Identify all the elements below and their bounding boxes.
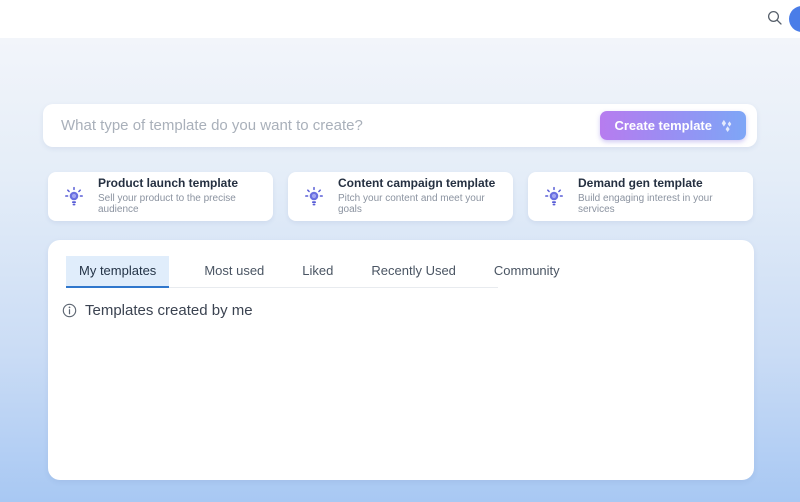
lightbulb-icon [302, 185, 326, 209]
suggestion-card-title: Product launch template [98, 177, 261, 191]
tab-recently-used[interactable]: Recently Used [358, 256, 469, 288]
avatar[interactable] [789, 6, 800, 32]
top-bar [0, 0, 800, 38]
suggestion-card-text: Demand gen template Build engaging inter… [578, 177, 741, 216]
sparkles-icon [719, 118, 734, 133]
suggestion-card-text: Content campaign template Pitch your con… [338, 177, 501, 216]
empty-state-message: Templates created by me [85, 302, 253, 319]
suggestion-card-text: Product launch template Sell your produc… [98, 177, 261, 216]
info-icon [62, 303, 77, 318]
suggestion-card-subtitle: Sell your product to the precise audienc… [98, 193, 261, 216]
search-icon[interactable] [766, 9, 784, 27]
tab-liked[interactable]: Liked [289, 256, 346, 288]
tabs-bar: My templates Most used Liked Recently Us… [66, 256, 498, 288]
template-prompt-input[interactable] [43, 104, 600, 147]
tab-community[interactable]: Community [481, 256, 573, 288]
suggestion-card-demand-gen[interactable]: Demand gen template Build engaging inter… [528, 172, 753, 221]
tab-most-used[interactable]: Most used [191, 256, 277, 288]
lightbulb-icon [542, 185, 566, 209]
suggestion-card-product-launch[interactable]: Product launch template Sell your produc… [48, 172, 273, 221]
create-template-label: Create template [614, 118, 712, 133]
app: Create template [0, 0, 800, 502]
suggestion-card-subtitle: Pitch your content and meet your goals [338, 193, 501, 216]
suggestion-cards: Product launch template Sell your produc… [48, 172, 753, 221]
create-template-button[interactable]: Create template [600, 111, 746, 140]
empty-state: Templates created by me [62, 302, 754, 319]
main-content: Create template [0, 38, 800, 502]
lightbulb-icon [62, 185, 86, 209]
template-prompt-panel: Create template [43, 104, 757, 147]
templates-panel: My templates Most used Liked Recently Us… [48, 240, 754, 480]
suggestion-card-title: Content campaign template [338, 177, 501, 191]
tab-my-templates[interactable]: My templates [66, 256, 169, 288]
suggestion-card-content-campaign[interactable]: Content campaign template Pitch your con… [288, 172, 513, 221]
suggestion-card-subtitle: Build engaging interest in your services [578, 193, 741, 216]
suggestion-card-title: Demand gen template [578, 177, 741, 191]
